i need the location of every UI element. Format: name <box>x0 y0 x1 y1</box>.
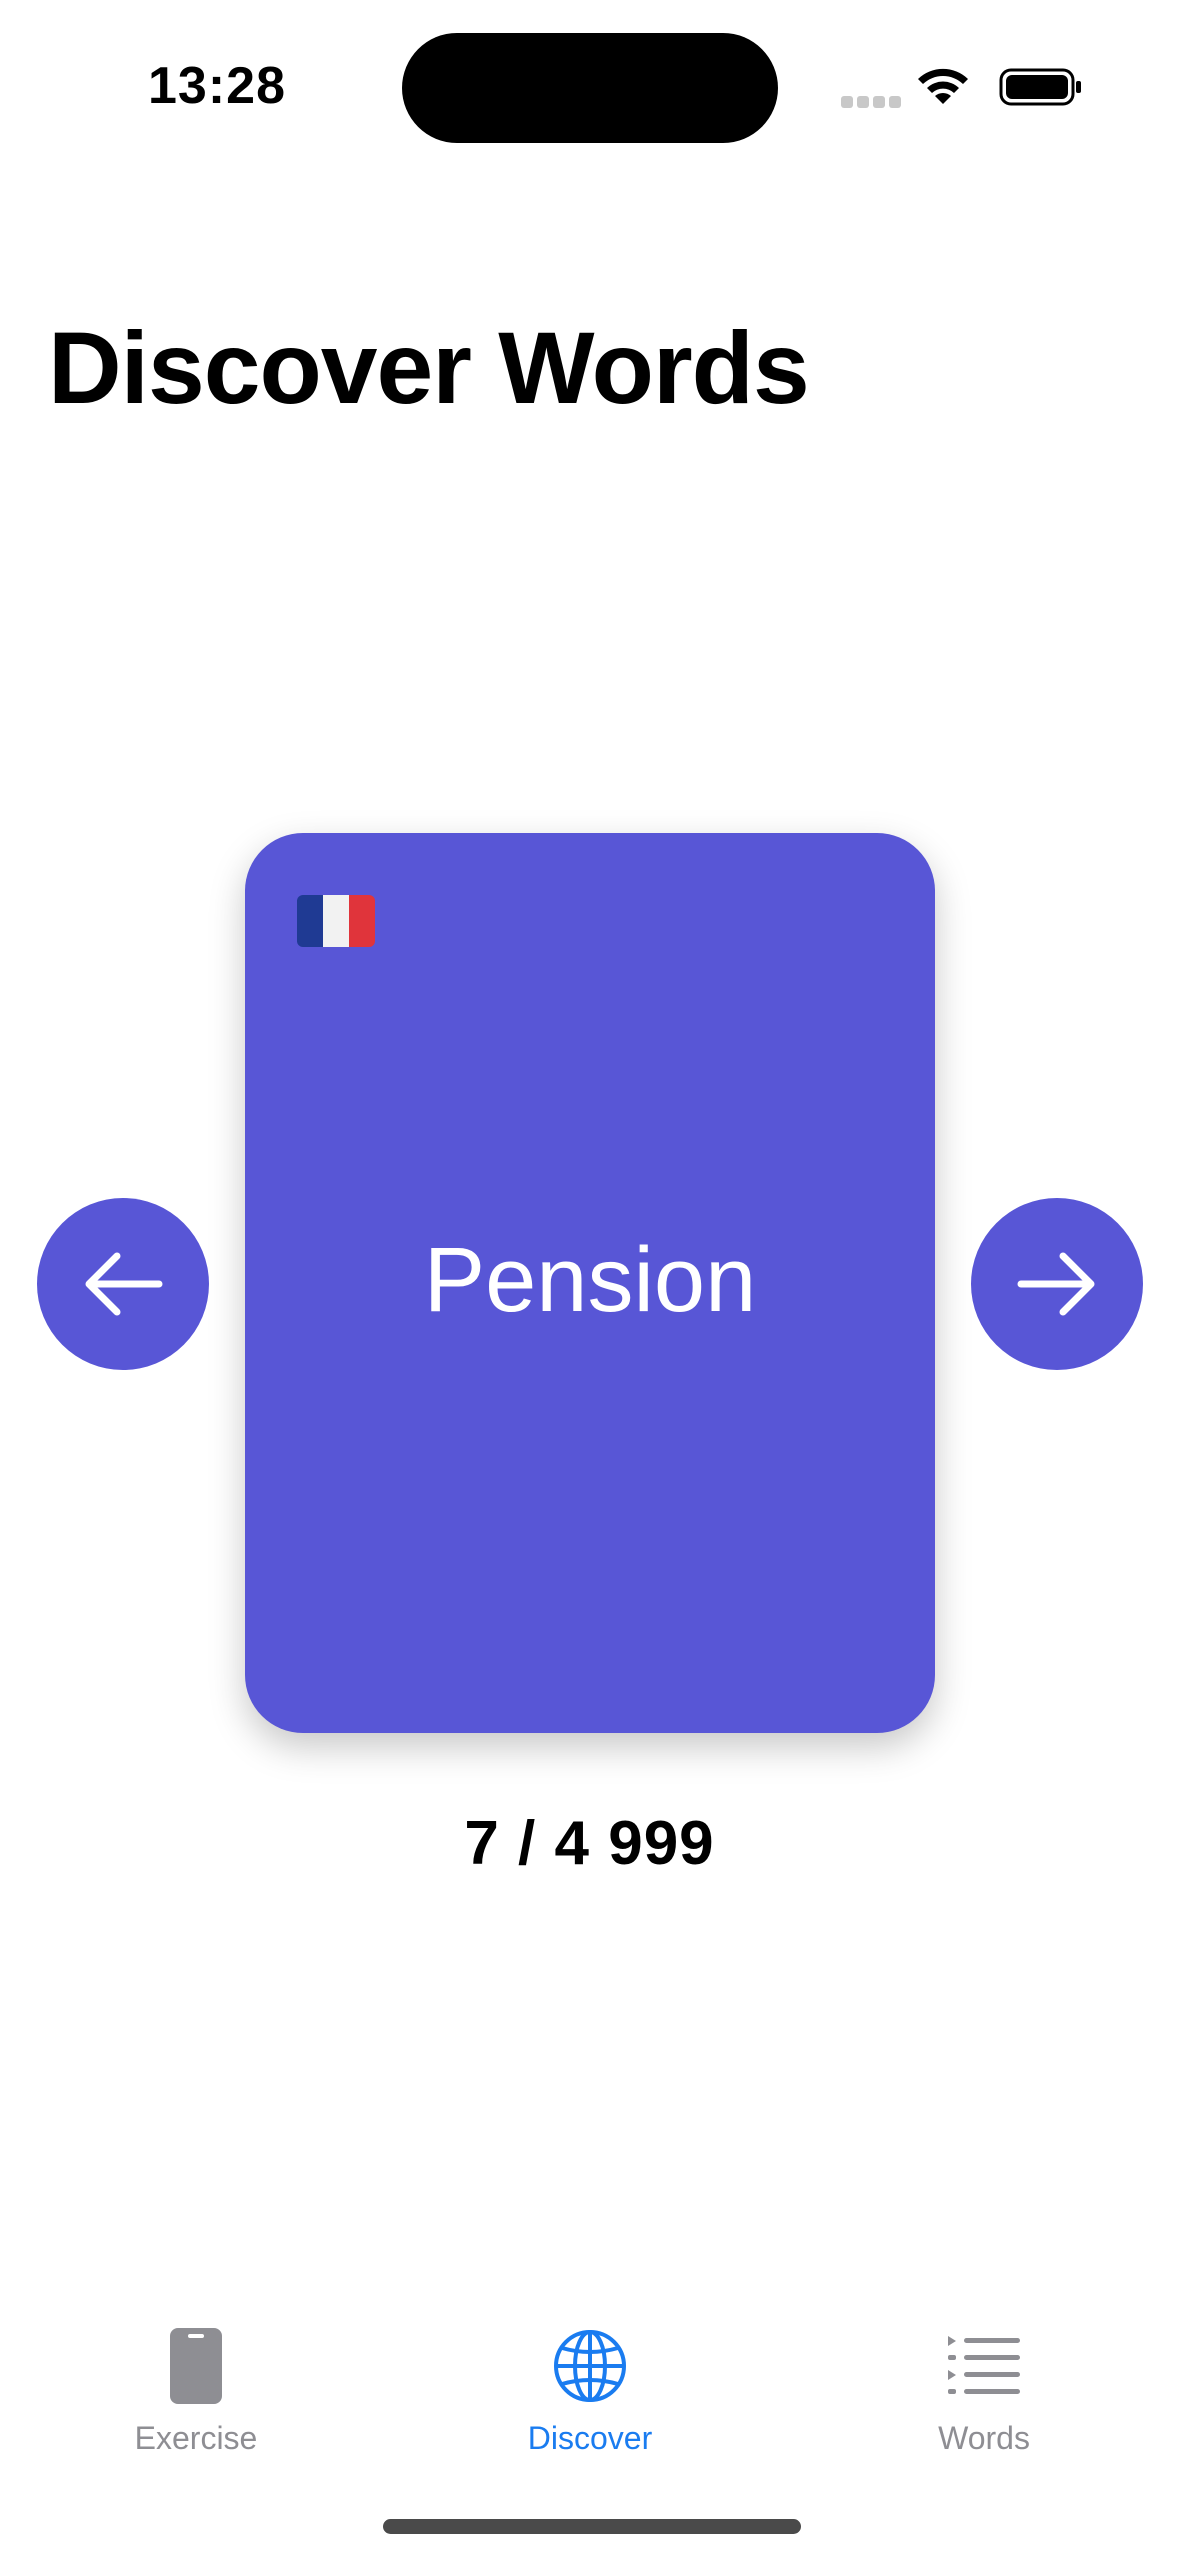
tab-exercise-label: Exercise <box>134 2420 258 2456</box>
tab-exercise[interactable]: Exercise <box>76 2326 316 2457</box>
tab-discover[interactable]: Discover <box>470 2326 710 2457</box>
screen: 13:28 Discover Words Pension 7 / 4 999 E… <box>0 0 1179 2556</box>
next-button[interactable] <box>971 1198 1143 1370</box>
card-word: Pension <box>423 1229 757 1331</box>
france-flag-icon <box>297 895 375 947</box>
list-icon <box>944 2326 1024 2406</box>
battery-icon <box>999 68 1081 106</box>
tab-words[interactable]: Words <box>864 2326 1104 2457</box>
previous-button[interactable] <box>37 1198 209 1370</box>
page-title: Discover Words <box>48 311 810 425</box>
arrow-right-icon <box>1017 1252 1095 1316</box>
home-indicator[interactable] <box>383 2519 801 2534</box>
globe-icon <box>550 2326 630 2406</box>
wifi-icon <box>918 68 968 104</box>
card-counter: 7 / 4 999 <box>464 1809 715 1878</box>
arrow-left-icon <box>85 1252 163 1316</box>
phone-card-icon <box>156 2326 236 2406</box>
word-card[interactable]: Pension <box>245 833 935 1733</box>
cellular-signal-icon <box>841 96 901 108</box>
status-time: 13:28 <box>148 57 286 115</box>
tab-discover-label: Discover <box>527 2420 653 2456</box>
tab-words-label: Words <box>938 2420 1030 2456</box>
dynamic-island <box>402 33 778 143</box>
